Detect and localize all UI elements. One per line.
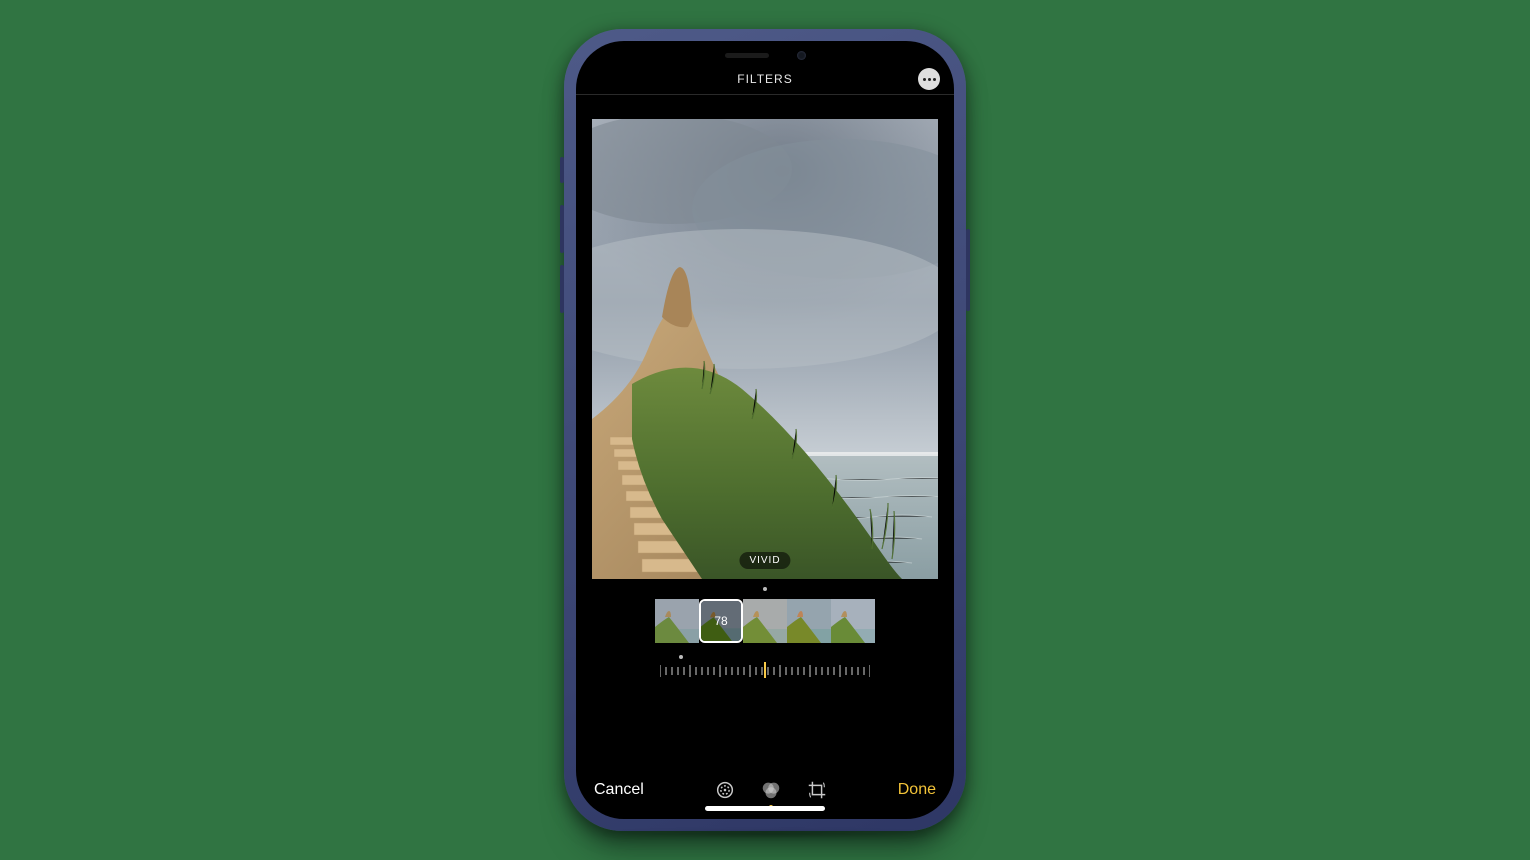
adjust-tab-icon[interactable]: [714, 779, 736, 801]
screen-title: FILTERS: [737, 72, 792, 86]
filter-reset-dot: [763, 587, 767, 591]
phone-screen: FILTERS: [576, 41, 954, 819]
ellipsis-icon: [923, 78, 926, 81]
phone-frame: FILTERS: [564, 29, 966, 831]
landscape-photo-svg: [592, 119, 938, 579]
slider-origin-dot: [679, 655, 683, 659]
volume-up-button: [560, 205, 564, 253]
filter-thumb-vivid[interactable]: 78: [699, 599, 743, 643]
speaker: [725, 53, 769, 58]
filter-thumb-vivid-cool[interactable]: [787, 599, 831, 643]
editor-mode-tabs: [714, 779, 828, 801]
photo-preview[interactable]: VIVID: [592, 119, 938, 579]
photo-preview-area: VIVID: [576, 95, 954, 684]
intensity-slider[interactable]: [660, 662, 870, 684]
front-camera: [797, 51, 806, 60]
filter-thumb-original[interactable]: [655, 599, 699, 643]
intensity-slider-area: [576, 655, 954, 684]
filter-thumb-dramatic[interactable]: [831, 599, 875, 643]
mute-switch: [560, 157, 564, 183]
home-indicator[interactable]: [705, 806, 825, 811]
cancel-button[interactable]: Cancel: [594, 781, 644, 799]
done-button[interactable]: Done: [898, 781, 936, 799]
power-button: [966, 229, 970, 311]
filter-thumb-vivid-warm[interactable]: [743, 599, 787, 643]
filters-tab-icon[interactable]: [760, 779, 782, 801]
filter-intensity-value: 78: [701, 601, 741, 641]
filter-thumbnails[interactable]: 78: [655, 597, 875, 645]
notch: [681, 41, 849, 69]
more-options-button[interactable]: [918, 68, 940, 90]
volume-down-button: [560, 265, 564, 313]
slider-indicator[interactable]: [764, 662, 766, 678]
crop-tab-icon[interactable]: [806, 779, 828, 801]
applied-filter-badge: VIVID: [739, 552, 790, 569]
